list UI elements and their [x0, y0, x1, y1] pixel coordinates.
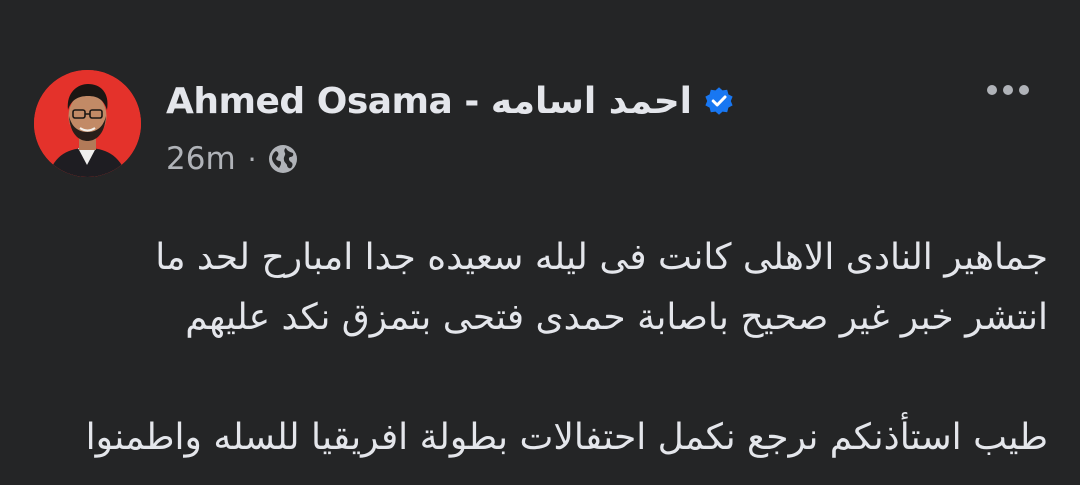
verified-badge-icon — [702, 84, 736, 118]
post-meta: 26m · — [166, 138, 299, 180]
more-options-button[interactable] — [978, 70, 1038, 110]
post-body-paragraph-1: جماهير النادى الاهلى كانت فى ليله سعيده … — [30, 228, 1048, 348]
author-avatar[interactable] — [34, 70, 141, 177]
post-timestamp[interactable]: 26m — [166, 141, 236, 177]
meta-separator: · — [247, 142, 257, 176]
post-text-line: جماهير النادى الاهلى كانت فى ليله سعيده … — [155, 237, 1048, 278]
post-body-paragraph-2: طيب استأذنكم نرجع نكمل احتفالات بطولة اف… — [30, 408, 1048, 468]
more-options-icon — [987, 85, 1029, 95]
author-line: Ahmed Osama - احمد اسامه — [166, 76, 736, 126]
author-name[interactable]: Ahmed Osama - احمد اسامه — [166, 81, 693, 122]
avatar-image — [34, 70, 141, 177]
post-text-line: انتشر خبر غير صحيح باصابة حمدى فتحى بتمز… — [185, 297, 1048, 338]
post-text-line: طيب استأذنكم نرجع نكمل احتفالات بطولة اف… — [85, 417, 1048, 458]
post-card: Ahmed Osama - احمد اسامه 26m · جماهير ال… — [0, 0, 1080, 485]
globe-icon[interactable] — [267, 143, 299, 175]
